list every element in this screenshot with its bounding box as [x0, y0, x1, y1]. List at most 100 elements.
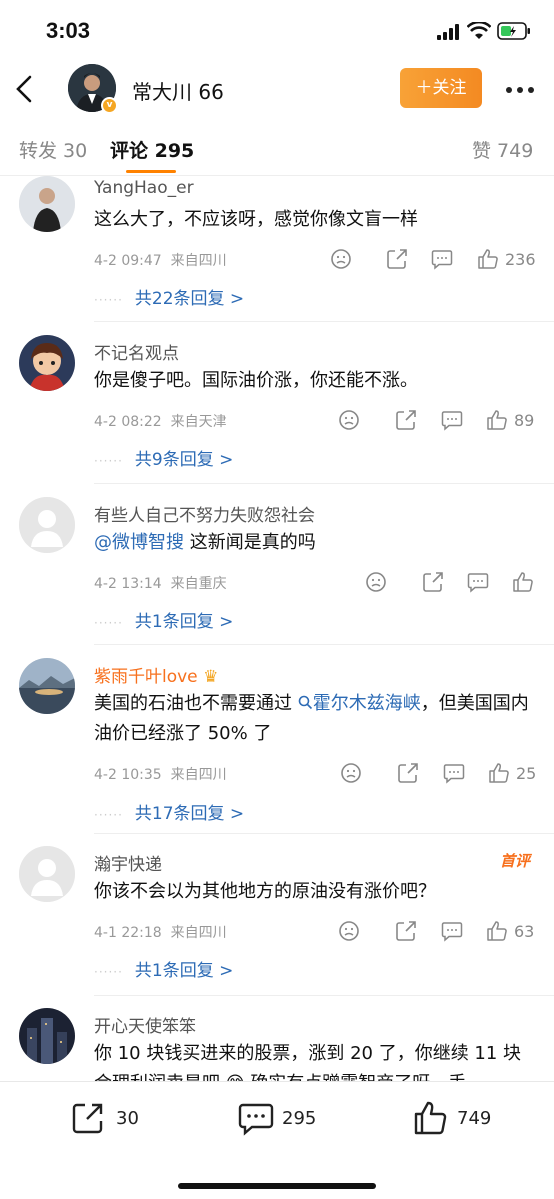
view-replies-link[interactable]: ······ 共9条回复 > [94, 445, 233, 470]
comment-text: 你该不会以为其他地方的原油没有涨价吧？ [94, 881, 436, 902]
like-count: 25 [516, 764, 537, 783]
view-replies-link[interactable]: ······ 共17条回复 > [94, 799, 244, 824]
replies-label: 共9条回复 > [134, 450, 234, 470]
commenter-name[interactable]: 有些人自己不努力失败怨社会 [94, 501, 315, 526]
like-button[interactable]: 749 [413, 1100, 503, 1140]
dislike-face-icon[interactable] [338, 920, 360, 942]
tab-bar: 转发 30 评论 295 赞 749 [0, 120, 554, 176]
commenter-avatar[interactable] [19, 176, 75, 232]
dislike-face-icon[interactable] [340, 762, 362, 784]
comment-item: 瀚宇快递 首评 你该不会以为其他地方的原油没有涨价吧？ 4-1 22:18 来自… [0, 834, 554, 996]
reply-icon[interactable] [467, 571, 489, 593]
bottom-action-bar: 30 295 749 [0, 1081, 554, 1199]
tab-indicator [126, 170, 176, 173]
view-replies-link[interactable]: ······ 共22条回复 > [94, 284, 244, 309]
comment-actions: 89 [0, 409, 554, 433]
like-count: 63 [514, 922, 535, 941]
like-icon[interactable] [486, 409, 508, 431]
replies-label: 共1条回复 > [134, 612, 234, 632]
commenter-avatar[interactable] [19, 658, 75, 714]
replies-label: 共17条回复 > [134, 804, 245, 824]
battery-icon [497, 22, 530, 40]
verified-badge: v [101, 97, 118, 114]
mention-link[interactable]: @微博智搜 [94, 532, 184, 553]
commenter-name[interactable]: 不记名观点 [94, 339, 179, 364]
share-icon[interactable] [395, 409, 417, 431]
tab-like[interactable]: 赞 749 [472, 136, 533, 163]
search-icon [298, 695, 312, 710]
top-nav: v 常大川 66 ＋关注 [0, 64, 554, 120]
commenter-name-text: 紫雨千叶love [94, 667, 198, 687]
reply-icon[interactable] [441, 409, 463, 431]
divider [94, 644, 554, 645]
comment-item: 开心天使笨笨 你 10 块钱买进来的股票，涨到 20 了，你继续 11 块合理利… [0, 996, 554, 1081]
topic-link-label: 霍尔木兹海峡 [312, 693, 421, 714]
more-icon[interactable] [505, 86, 535, 94]
comment-icon [238, 1103, 274, 1136]
like-icon[interactable] [488, 762, 510, 784]
comment-text: 你 10 块钱买进来的股票，涨到 20 了，你继续 11 块合理利润卖是吧 😅 … [94, 1043, 522, 1081]
comment-item: 不记名观点 你是傻子吧。国际油价涨，你还能不涨。 4-2 08:22 来自天津 … [0, 323, 554, 485]
comment-count: 295 [282, 1108, 317, 1129]
share-icon[interactable] [386, 248, 408, 270]
share-icon[interactable] [422, 571, 444, 593]
comment-actions: 63 [0, 920, 554, 944]
divider [94, 321, 554, 322]
reply-icon[interactable] [443, 762, 465, 784]
like-icon [414, 1101, 447, 1135]
topic-link[interactable]: 霍尔木兹海峡 [298, 693, 421, 714]
back-arrow-icon[interactable] [14, 74, 36, 104]
comment-text: @微博智搜 这新闻是真的吗 [94, 528, 534, 558]
dislike-face-icon[interactable] [330, 248, 352, 270]
comment-text: 美国的石油也不需要通过 霍尔木兹海峡，但美国国内油价已经涨了 50% 了 [94, 689, 534, 749]
dislike-face-icon[interactable] [338, 409, 360, 431]
comment-list: YangHao_er 这么大了，不应该呀，感觉你像文盲一样 4-2 09:47 … [0, 176, 554, 1081]
commenter-name[interactable]: 开心天使笨笨 [94, 1012, 196, 1037]
dislike-face-icon[interactable] [365, 571, 387, 593]
status-bar: 3:03 [0, 0, 554, 64]
comment-item: 有些人自己不努力失败怨社会 @微博智搜 这新闻是真的吗 4-2 13:14 来自… [0, 485, 554, 645]
comment-text-rest: 这新闻是真的吗 [184, 532, 316, 553]
comment-text: 你是傻子吧。国际油价涨，你还能不涨。 [94, 370, 418, 391]
comment-item: YangHao_er 这么大了，不应该呀，感觉你像文盲一样 4-2 09:47 … [0, 176, 554, 322]
comment-actions [0, 571, 554, 595]
commenter-avatar[interactable] [19, 335, 75, 391]
view-replies-link[interactable]: ······ 共1条回复 > [94, 607, 233, 632]
commenter-name[interactable]: 紫雨千叶love ♛ [94, 662, 218, 687]
repost-button[interactable]: 30 [70, 1100, 150, 1140]
commenter-avatar[interactable] [19, 497, 75, 553]
share-icon[interactable] [395, 920, 417, 942]
follow-button[interactable]: ＋关注 [400, 68, 482, 108]
comment-text: 这么大了，不应该呀，感觉你像文盲一样 [94, 209, 418, 230]
tab-repost[interactable]: 转发 30 [19, 136, 87, 163]
reply-icon[interactable] [441, 920, 463, 942]
home-indicator [178, 1183, 376, 1189]
comment-actions: 236 [0, 248, 554, 272]
comment-actions: 25 [0, 762, 554, 786]
share-icon[interactable] [397, 762, 419, 784]
commenter-name[interactable]: 瀚宇快递 [94, 850, 162, 875]
view-replies-link[interactable]: ······ 共1条回复 > [94, 956, 233, 981]
first-comment-badge: 首评 [500, 852, 531, 870]
like-count: 236 [505, 250, 536, 269]
commenter-name[interactable]: YangHao_er [94, 178, 194, 198]
crown-icon: ♛ [203, 667, 219, 687]
signal-icon [437, 24, 459, 40]
commenter-avatar[interactable] [19, 1008, 75, 1064]
like-icon[interactable] [486, 920, 508, 942]
like-total-count: 749 [457, 1108, 492, 1129]
replies-label: 共1条回复 > [134, 961, 234, 981]
comment-button[interactable]: 295 [238, 1100, 328, 1140]
tab-comment[interactable]: 评论 295 [110, 136, 194, 163]
author-name[interactable]: 常大川 66 [132, 76, 224, 105]
like-icon[interactable] [512, 571, 534, 593]
commenter-avatar[interactable] [19, 846, 75, 902]
share-icon [72, 1103, 103, 1134]
comment-text-part: 美国的石油也不需要通过 [94, 693, 298, 714]
status-time: 3:03 [46, 18, 91, 43]
like-icon[interactable] [477, 248, 499, 270]
divider [94, 483, 554, 484]
replies-label: 共22条回复 > [134, 289, 245, 309]
reply-icon[interactable] [431, 248, 453, 270]
like-count: 89 [514, 411, 535, 430]
